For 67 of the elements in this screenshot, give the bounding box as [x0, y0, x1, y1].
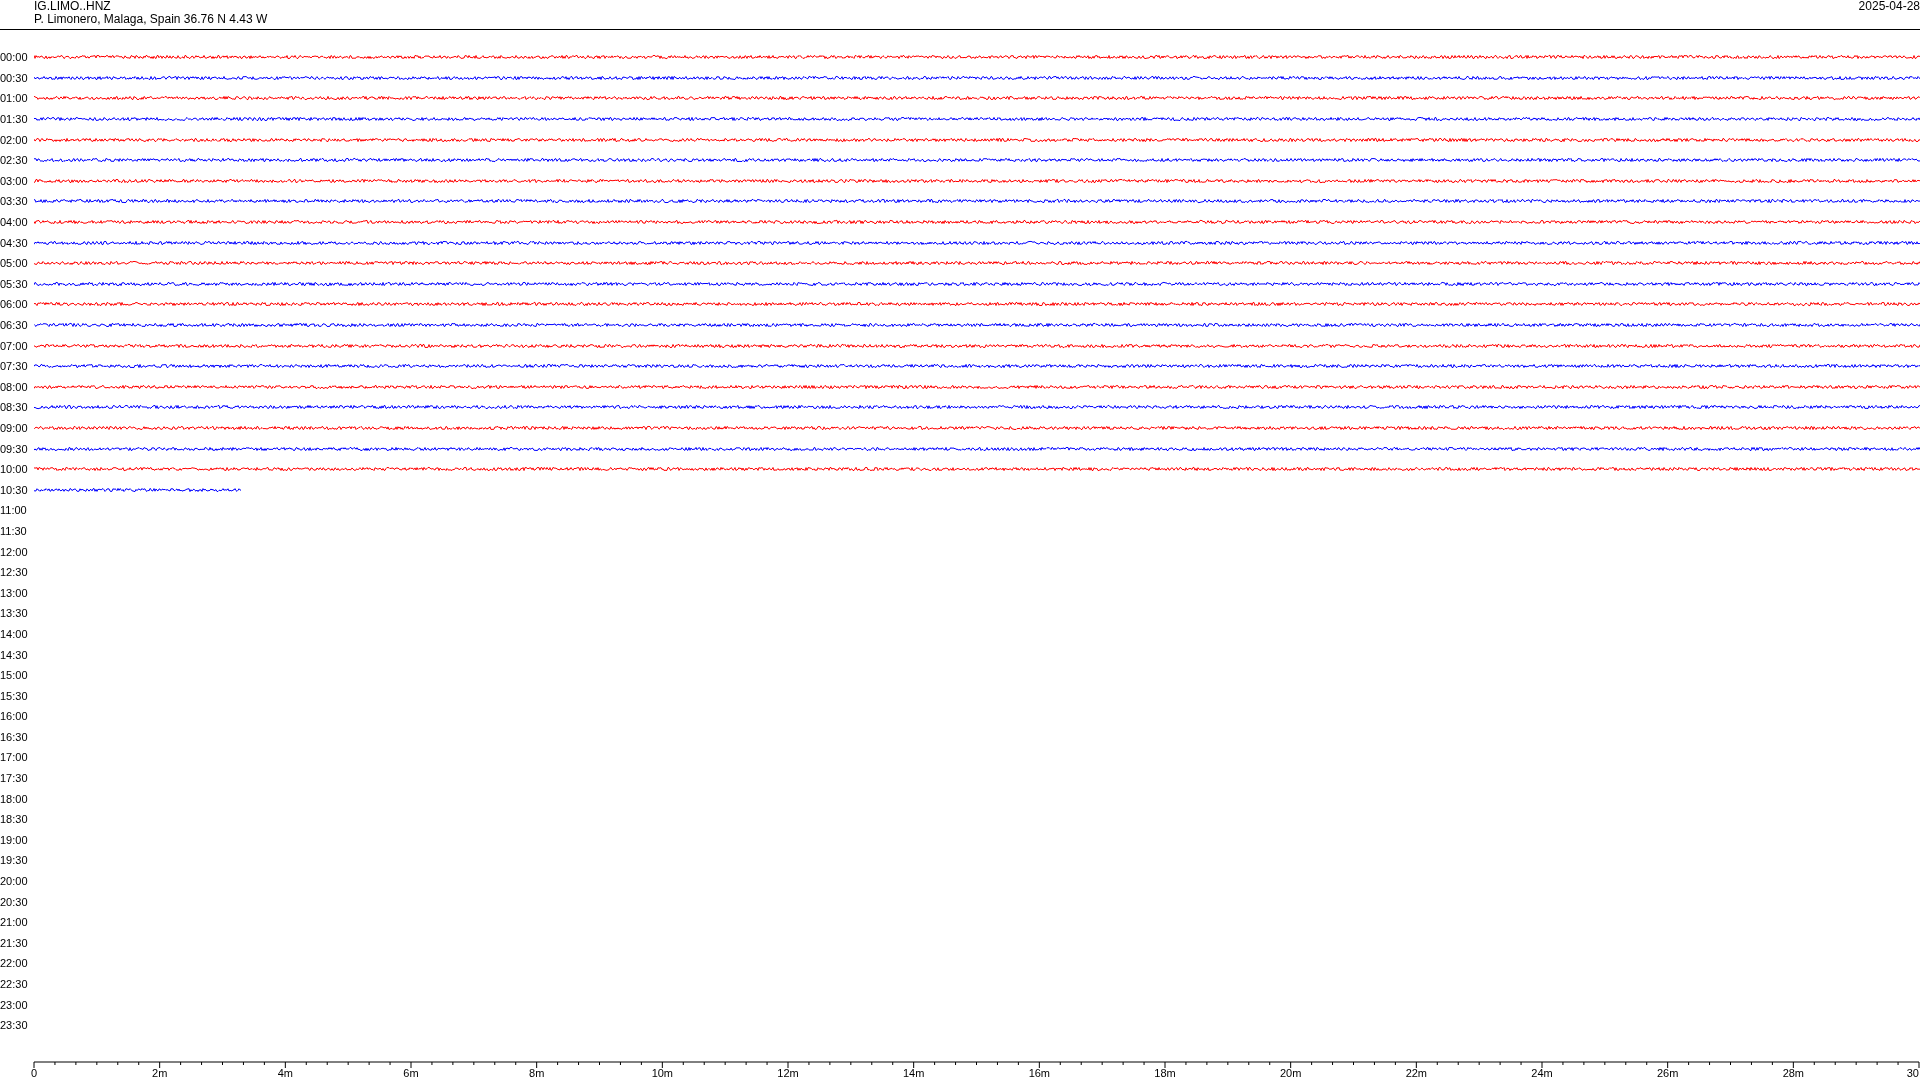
- time-label: 18:30: [0, 813, 29, 826]
- time-label: 02:30: [0, 154, 29, 167]
- time-label: 08:00: [0, 380, 29, 393]
- time-label: 16:00: [0, 710, 29, 723]
- time-label: 03:30: [0, 195, 29, 208]
- axis-label: 24m: [1531, 1067, 1553, 1079]
- time-label: 23:30: [0, 1019, 29, 1032]
- time-label: 09:30: [0, 442, 29, 455]
- time-label: 07:30: [0, 360, 29, 373]
- time-label: 17:00: [0, 751, 29, 764]
- time-label: 20:00: [0, 875, 29, 888]
- axis-label: 28m: [1782, 1067, 1805, 1079]
- axis-label: 6m: [403, 1067, 419, 1079]
- time-label: 23:00: [0, 998, 29, 1011]
- axis-label: 26m: [1656, 1067, 1679, 1079]
- axis-label: 12m: [777, 1067, 799, 1079]
- axis-label: 18m: [1154, 1067, 1176, 1079]
- axis-label: 22m: [1405, 1067, 1428, 1079]
- time-label: 02:00: [0, 133, 29, 146]
- time-label: 04:30: [0, 236, 29, 249]
- axis-label: 30: [1906, 1067, 1919, 1079]
- time-label: 01:30: [0, 113, 29, 126]
- axis-label: 8m: [529, 1067, 545, 1079]
- time-label: 00:30: [0, 71, 29, 84]
- time-label: 09:00: [0, 422, 29, 434]
- time-label: 08:30: [0, 401, 29, 414]
- time-label: 18:00: [0, 792, 29, 805]
- time-label: 22:00: [0, 957, 29, 970]
- time-label: 19:30: [0, 854, 29, 867]
- time-label: 17:30: [0, 772, 29, 785]
- time-label: 19:00: [0, 833, 29, 846]
- axis-label: 20m: [1279, 1067, 1302, 1079]
- axis-label: 0: [31, 1067, 38, 1079]
- time-label: 11:00: [0, 504, 28, 517]
- time-label: 06:00: [0, 298, 29, 311]
- time-label: 00:00: [0, 51, 29, 64]
- time-label: 04:00: [0, 216, 29, 229]
- time-label: 14:30: [0, 648, 29, 661]
- time-label: 03:00: [0, 174, 29, 187]
- date-label: 2025-04-28: [1858, 0, 1920, 13]
- time-label: 22:30: [0, 978, 29, 990]
- time-label: 01:00: [0, 92, 29, 105]
- time-label: 20:30: [0, 895, 29, 908]
- station-code: IG.LIMO..HNZ: [34, 0, 112, 13]
- time-label: 10:30: [0, 483, 29, 496]
- time-label: 12:00: [0, 545, 29, 558]
- time-label: 13:30: [0, 607, 29, 620]
- time-label: 10:00: [0, 463, 29, 476]
- time-label: 21:00: [0, 916, 29, 929]
- time-label: 06:30: [0, 319, 29, 331]
- axis-label: 10m: [651, 1067, 674, 1079]
- time-label: 16:30: [0, 730, 29, 743]
- time-label: 12:30: [0, 566, 29, 579]
- time-label: 05:30: [0, 277, 29, 290]
- time-label: 14:00: [0, 627, 29, 640]
- axis-label: 14m: [902, 1067, 925, 1079]
- time-label: 11:30: [0, 524, 28, 537]
- axis-label: 16m: [1028, 1067, 1051, 1079]
- time-label: 15:30: [0, 689, 29, 702]
- axis-label: 4m: [277, 1067, 293, 1079]
- time-label: 05:00: [0, 257, 29, 270]
- axis-label: 2m: [152, 1067, 168, 1079]
- time-label: 21:30: [0, 936, 29, 949]
- time-label: 13:00: [0, 586, 29, 599]
- time-label: 07:00: [0, 339, 29, 352]
- time-label: 15:00: [0, 669, 29, 682]
- station-location: P. Limonero, Malaga, Spain 36.76 N 4.43 W: [34, 13, 268, 26]
